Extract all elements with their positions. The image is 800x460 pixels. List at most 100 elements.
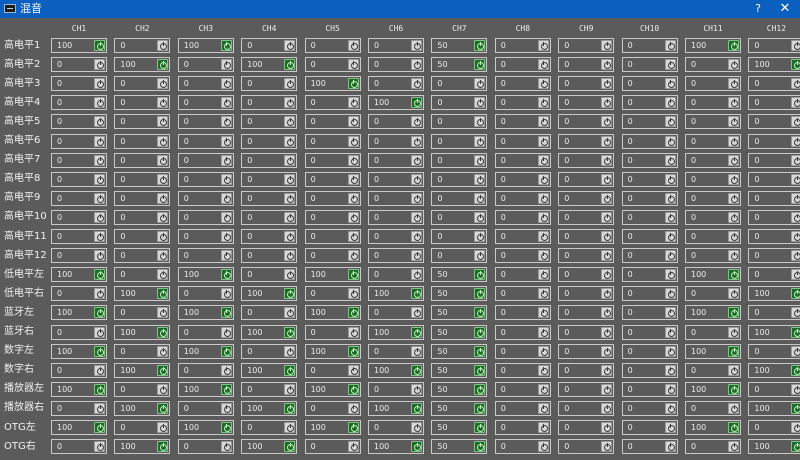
power-icon[interactable] — [728, 269, 739, 281]
power-icon[interactable] — [157, 364, 169, 376]
power-icon[interactable] — [284, 97, 296, 109]
power-icon[interactable] — [411, 326, 422, 338]
power-icon[interactable] — [474, 364, 486, 376]
power-icon[interactable] — [94, 211, 105, 223]
power-icon[interactable] — [220, 326, 232, 338]
mix-level-field[interactable]: 100 — [57, 306, 72, 319]
power-icon[interactable] — [157, 269, 169, 281]
mix-level-field[interactable]: 0 — [501, 402, 506, 415]
power-icon[interactable] — [791, 326, 800, 338]
power-icon[interactable] — [664, 288, 676, 300]
mix-level-field[interactable]: 0 — [120, 135, 125, 148]
mix-level-field[interactable]: 0 — [501, 421, 506, 434]
power-icon[interactable] — [220, 288, 232, 300]
power-icon[interactable] — [537, 192, 549, 204]
power-icon[interactable] — [411, 383, 422, 395]
mix-level-field[interactable]: 0 — [691, 249, 696, 262]
power-icon[interactable] — [411, 364, 422, 376]
mix-level-field[interactable]: 0 — [184, 58, 189, 71]
mix-level-field[interactable]: 0 — [628, 173, 633, 186]
mix-level-field[interactable]: 0 — [311, 364, 316, 377]
power-icon[interactable] — [347, 173, 359, 185]
power-icon[interactable] — [220, 422, 232, 433]
power-icon[interactable] — [791, 116, 800, 128]
mix-level-field[interactable]: 0 — [374, 39, 379, 52]
mix-level-field[interactable]: 50 — [437, 58, 447, 71]
power-icon[interactable] — [791, 269, 800, 281]
power-icon[interactable] — [411, 97, 422, 109]
mix-level-field[interactable]: 0 — [628, 402, 633, 415]
power-icon[interactable] — [601, 383, 613, 395]
power-icon[interactable] — [728, 364, 739, 376]
power-icon[interactable] — [411, 211, 422, 223]
mix-level-field[interactable]: 100 — [311, 345, 326, 358]
power-icon[interactable] — [474, 402, 486, 414]
mix-level-field[interactable]: 0 — [754, 154, 759, 167]
mix-level-field[interactable]: 0 — [311, 287, 316, 300]
power-icon[interactable] — [284, 269, 296, 281]
power-icon[interactable] — [664, 154, 676, 166]
power-icon[interactable] — [347, 116, 359, 128]
mix-level-field[interactable]: 0 — [247, 383, 252, 396]
power-icon[interactable] — [791, 97, 800, 109]
mix-level-field[interactable]: 0 — [311, 58, 316, 71]
power-icon[interactable] — [791, 364, 800, 376]
power-icon[interactable] — [157, 40, 169, 51]
power-icon[interactable] — [791, 441, 800, 453]
power-icon[interactable] — [728, 307, 739, 319]
power-icon[interactable] — [347, 154, 359, 166]
mix-level-field[interactable]: 100 — [691, 268, 706, 281]
power-icon[interactable] — [284, 173, 296, 185]
power-icon[interactable] — [601, 402, 613, 414]
mix-level-field[interactable]: 0 — [57, 326, 62, 339]
power-icon[interactable] — [284, 402, 296, 414]
power-icon[interactable] — [347, 78, 359, 90]
mix-level-field[interactable]: 0 — [57, 249, 62, 262]
mix-level-field[interactable]: 0 — [691, 211, 696, 224]
mix-level-field[interactable]: 0 — [628, 58, 633, 71]
power-icon[interactable] — [664, 422, 676, 433]
mix-level-field[interactable]: 0 — [691, 402, 696, 415]
mix-level-field[interactable]: 50 — [437, 421, 447, 434]
mix-level-field[interactable]: 0 — [311, 402, 316, 415]
mix-level-field[interactable]: 0 — [754, 192, 759, 205]
mix-level-field[interactable]: 0 — [184, 154, 189, 167]
power-icon[interactable] — [157, 422, 169, 433]
mix-level-field[interactable]: 100 — [374, 96, 389, 109]
mix-level-field[interactable]: 0 — [374, 383, 379, 396]
mix-level-field[interactable]: 0 — [311, 211, 316, 224]
mix-level-field[interactable]: 100 — [754, 326, 769, 339]
mix-level-field[interactable]: 0 — [311, 96, 316, 109]
mix-level-field[interactable]: 0 — [754, 249, 759, 262]
mix-level-field[interactable]: 0 — [374, 115, 379, 128]
power-icon[interactable] — [220, 250, 232, 262]
mix-level-field[interactable]: 0 — [628, 326, 633, 339]
power-icon[interactable] — [220, 59, 232, 71]
power-icon[interactable] — [220, 307, 232, 319]
mix-level-field[interactable]: 0 — [754, 173, 759, 186]
mix-level-field[interactable]: 0 — [120, 383, 125, 396]
mix-level-field[interactable]: 100 — [247, 440, 262, 453]
power-icon[interactable] — [157, 402, 169, 414]
mix-level-field[interactable]: 0 — [691, 192, 696, 205]
mix-level-field[interactable]: 0 — [628, 383, 633, 396]
power-icon[interactable] — [791, 422, 800, 433]
power-icon[interactable] — [601, 97, 613, 109]
power-icon[interactable] — [347, 97, 359, 109]
power-icon[interactable] — [157, 250, 169, 262]
mix-level-field[interactable]: 100 — [374, 440, 389, 453]
mix-level-field[interactable]: 0 — [247, 192, 252, 205]
mix-level-field[interactable]: 100 — [691, 345, 706, 358]
power-icon[interactable] — [474, 345, 486, 357]
mix-level-field[interactable]: 100 — [184, 421, 199, 434]
power-icon[interactable] — [220, 173, 232, 185]
power-icon[interactable] — [537, 441, 549, 453]
mix-level-field[interactable]: 0 — [184, 402, 189, 415]
power-icon[interactable] — [220, 269, 232, 281]
power-icon[interactable] — [601, 78, 613, 90]
mix-level-field[interactable]: 0 — [374, 154, 379, 167]
mix-level-field[interactable]: 100 — [374, 326, 389, 339]
power-icon[interactable] — [157, 173, 169, 185]
mix-level-field[interactable]: 0 — [564, 440, 569, 453]
power-icon[interactable] — [411, 422, 422, 433]
